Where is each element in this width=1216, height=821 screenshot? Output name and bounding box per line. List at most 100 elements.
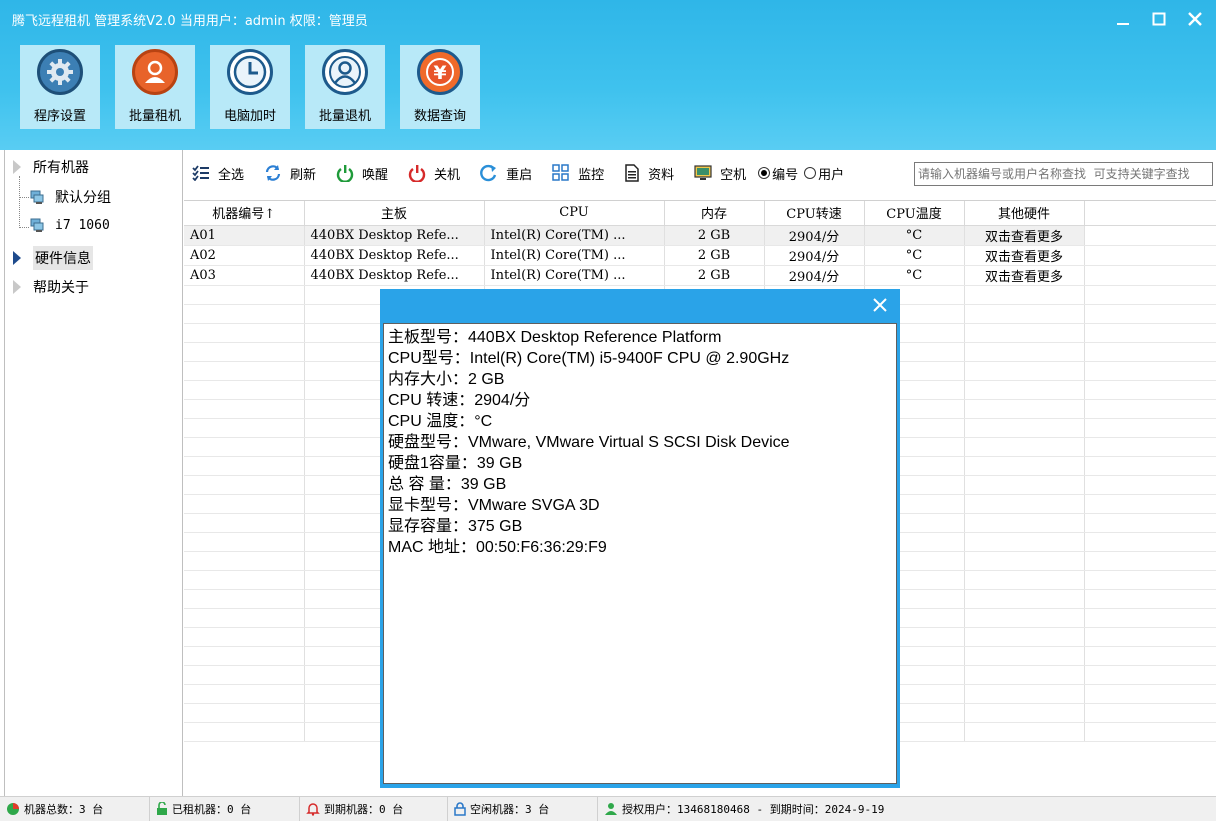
shutdown-button[interactable]: 关机 [408,164,460,183]
table-cell [184,361,305,381]
info-button[interactable]: 资料 [624,164,674,183]
table-cell: °C [864,245,965,266]
table-cell [964,532,1085,552]
table-cell [1084,361,1216,381]
minimize-button[interactable] [1112,8,1134,30]
table-cell [1084,245,1216,266]
table-row[interactable]: A02 440BX Desktop Refe... Intel(R) Core(TM… [184,245,1216,266]
table-cell [1084,285,1216,305]
idle-button[interactable]: 空机 [694,164,746,183]
radio-by-user[interactable]: 用户 [804,164,844,183]
table-cell [1084,342,1216,362]
restart-label: 重启 [506,167,533,183]
idle-label: 空机 [720,167,747,183]
table-cell [1084,532,1216,552]
expand-arrow-icon[interactable] [13,160,21,174]
program-settings-tile[interactable]: 程序设置 [20,45,100,129]
table-cell [1084,722,1216,742]
search-input[interactable] [914,162,1213,186]
table-cell [964,513,1085,533]
bell-icon [306,803,320,816]
table-cell [1084,646,1216,666]
restart-icon [480,164,497,182]
table-cell: 2904/分 [764,265,865,286]
add-time-tile[interactable]: 电脑加时 [210,45,290,129]
detail-line: MAC 地址：00:50:F6:36:29:F9 [388,539,607,556]
table-cell [964,456,1085,476]
restart-button[interactable]: 重启 [480,164,532,183]
table-cell [184,437,305,457]
table-cell [964,722,1085,742]
tree-item-help-about[interactable]: 帮助关于 [13,277,89,297]
tree-item-i7-1060[interactable]: i7 1060 [29,217,110,233]
refresh-label: 刷新 [290,167,317,183]
tree-item-default-group[interactable]: 默认分组 [29,187,111,207]
col-cpu[interactable]: CPU [484,201,665,226]
table-cell [964,570,1085,590]
detail-line: CPU型号：Intel(R) Core(TM) i5-9400F CPU @ 2… [388,350,790,367]
col-motherboard[interactable]: 主板 [304,201,485,226]
table-cell: 双击查看更多 [964,265,1085,286]
status-idle: 空闲机器：3 台 [448,797,598,821]
table-cell [1084,608,1216,628]
table-cell: 2904/分 [764,225,865,246]
user-icon [605,803,617,815]
info-label: 资料 [648,167,675,183]
hardware-detail-dialog: 主板型号：440BX Desktop Reference Platform CPU… [380,289,900,788]
table-cell [1084,475,1216,495]
data-query-tile[interactable]: ¥ 数据查询 [400,45,480,129]
expand-arrow-icon[interactable] [13,280,21,294]
close-icon[interactable] [870,295,890,315]
table-cell: Intel(R) Core(TM) ... [484,245,665,266]
table-cell [184,684,305,704]
refresh-button[interactable]: 刷新 [264,164,316,183]
table-cell: 双击查看更多 [964,245,1085,266]
table-cell [1084,551,1216,571]
shutdown-label: 关机 [434,167,461,183]
batch-rent-tile[interactable]: 批量租机 [115,45,195,129]
wake-button[interactable]: 唤醒 [336,164,388,183]
col-other-hardware[interactable]: 其他硬件 [964,201,1085,226]
pie-icon [7,803,19,815]
clock-icon [227,49,273,95]
table-cell [184,589,305,609]
monitor-button[interactable]: 监控 [552,164,604,183]
select-all-button[interactable]: 全选 [192,164,244,183]
tile-label: 程序设置 [33,109,86,124]
maximize-button[interactable] [1148,8,1170,30]
tree-item-all-machines[interactable]: 所有机器 [13,157,89,177]
detail-line: CPU 温度：°C [388,413,493,430]
tree-label: 帮助关于 [33,280,89,296]
table-row[interactable]: A01 440BX Desktop Refe... Intel(R) Core(TM… [184,225,1216,246]
table-cell: 2 GB [664,225,765,246]
table-cell [184,342,305,362]
table-cell: 双击查看更多 [964,225,1085,246]
power-off-icon [408,165,426,182]
col-cpu-speed[interactable]: CPU转速 [764,201,865,226]
grid-monitor-icon [552,164,569,181]
detail-line: 硬盘型号：VMware, VMware Virtual S SCSI Disk … [388,434,790,451]
tile-label: 电脑加时 [223,109,276,124]
table-cell [1084,570,1216,590]
table-cell [184,551,305,571]
document-icon [625,164,639,182]
expand-arrow-icon[interactable] [13,251,21,265]
table-row[interactable]: A03 440BX Desktop Refe... Intel(R) Core(TM… [184,265,1216,286]
table-cell [964,627,1085,647]
table-cell [184,608,305,628]
table-cell [184,456,305,476]
radio-by-number[interactable]: 编号 [758,164,798,183]
table-cell [184,532,305,552]
table-cell: °C [864,225,965,246]
table-cell [184,665,305,685]
batch-return-tile[interactable]: 批量退机 [305,45,385,129]
detail-line: 主板型号：440BX Desktop Reference Platform [388,329,722,346]
col-memory[interactable]: 内存 [664,201,765,226]
table-cell [1084,494,1216,514]
table-cell [1084,437,1216,457]
tree-item-hardware-info[interactable]: 硬件信息 [13,246,93,270]
lock-icon [454,802,466,816]
col-cpu-temp[interactable]: CPU温度 [864,201,965,226]
close-button[interactable] [1184,8,1206,30]
col-machine-number[interactable]: 机器编号↑ [184,201,305,226]
